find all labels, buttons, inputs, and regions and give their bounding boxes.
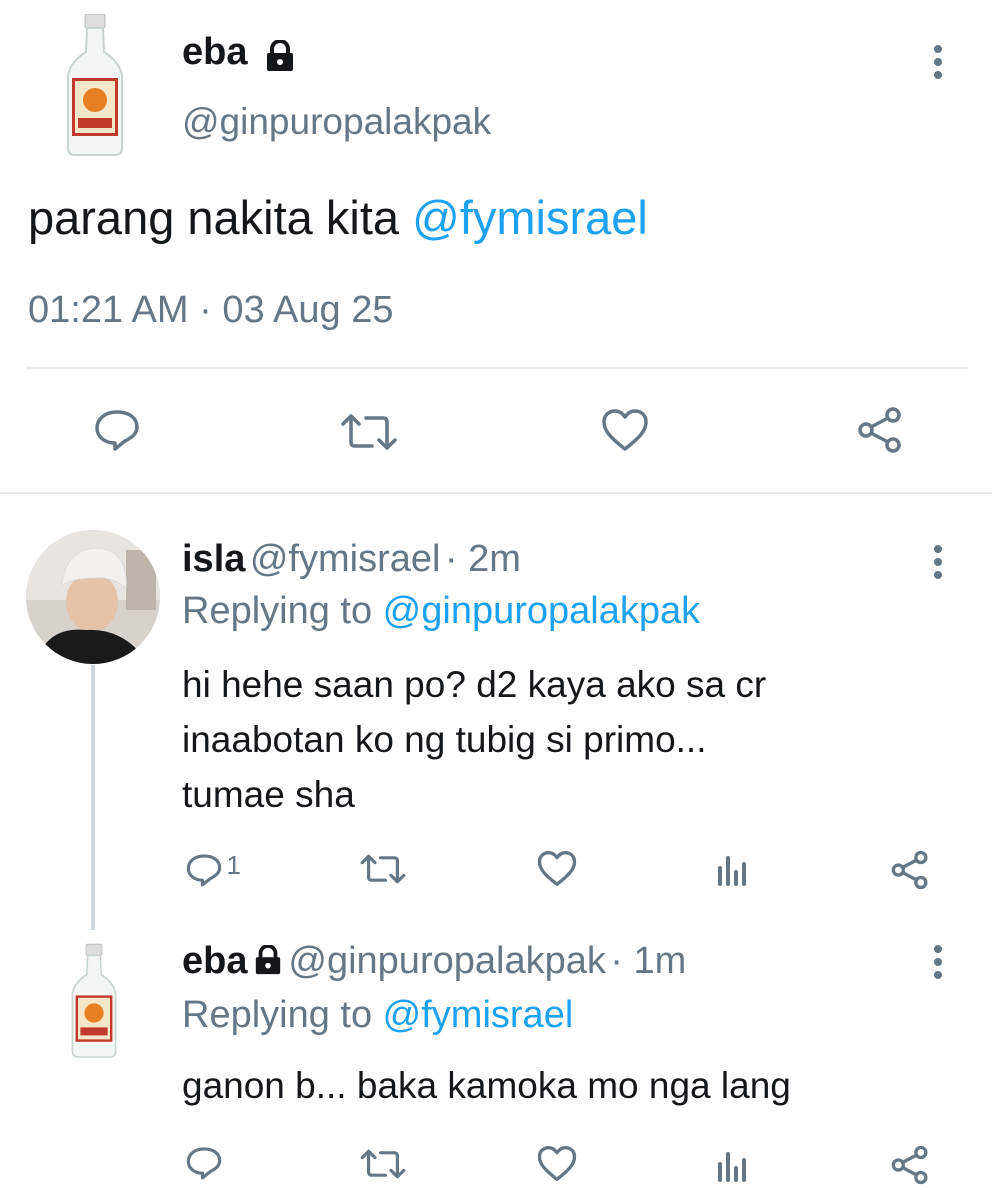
reply-time[interactable]: · 1m bbox=[610, 940, 686, 982]
share-icon[interactable] bbox=[856, 406, 904, 459]
retweet-icon[interactable] bbox=[358, 853, 408, 890]
reply-text: hi hehe saan po? d2 kaya ako sa cr inaab… bbox=[182, 657, 766, 822]
like-icon[interactable] bbox=[601, 408, 649, 457]
avatar-bottle[interactable] bbox=[60, 13, 130, 156]
reply-icon bbox=[186, 854, 222, 887]
replying-to-label: Replying to bbox=[182, 590, 383, 632]
more-options-icon[interactable] bbox=[934, 545, 946, 584]
share-icon[interactable] bbox=[890, 850, 930, 895]
reply-text: ganon b... baka kamoka mo nga lang bbox=[182, 1058, 791, 1113]
reply-text-line: inaabotan ko ng tubig si primo... bbox=[182, 719, 707, 760]
reply-header: eba @ginpuropalakpak · 1m bbox=[182, 938, 686, 984]
retweet-icon[interactable] bbox=[358, 1148, 408, 1185]
divider bbox=[26, 367, 968, 369]
reply-icon[interactable] bbox=[186, 1145, 222, 1186]
reply-button[interactable]: 1 bbox=[186, 850, 241, 888]
timestamp[interactable]: 01:21 AM · 03 Aug 25 bbox=[28, 286, 394, 334]
avatar[interactable] bbox=[26, 530, 160, 664]
like-icon[interactable] bbox=[537, 850, 577, 892]
tweet-text: parang nakita kita @fymisrael bbox=[28, 190, 648, 246]
analytics-icon[interactable] bbox=[716, 852, 750, 891]
display-name[interactable]: isla bbox=[182, 538, 245, 580]
reply-time[interactable]: · 2m bbox=[445, 538, 521, 580]
share-icon[interactable] bbox=[890, 1145, 930, 1190]
reply-text-line: hi hehe saan po? d2 kaya ako sa cr bbox=[182, 664, 767, 705]
handle[interactable]: @ginpuropalakpak bbox=[288, 940, 605, 982]
replying-to-link[interactable]: @fymisrael bbox=[383, 994, 574, 1036]
reply-header: isla @fymisrael · 2m bbox=[182, 536, 521, 582]
thread-line bbox=[91, 665, 95, 930]
replying-to: Replying to @fymisrael bbox=[182, 992, 573, 1038]
analytics-icon[interactable] bbox=[716, 1148, 750, 1187]
replying-to-link[interactable]: @ginpuropalakpak bbox=[383, 590, 700, 632]
display-name[interactable]: eba bbox=[182, 30, 247, 74]
tweet-text-body: parang nakita kita bbox=[28, 191, 413, 244]
reply-icon[interactable] bbox=[94, 408, 140, 457]
lock-icon bbox=[263, 40, 297, 72]
handle[interactable]: @fymisrael bbox=[250, 538, 441, 580]
divider bbox=[0, 492, 992, 494]
mention-link[interactable]: @fymisrael bbox=[412, 191, 648, 244]
like-icon[interactable] bbox=[537, 1145, 577, 1187]
display-name[interactable]: eba bbox=[182, 940, 247, 982]
more-options-icon[interactable] bbox=[934, 945, 946, 984]
reply-count: 1 bbox=[226, 850, 241, 880]
replying-to: Replying to @ginpuropalakpak bbox=[182, 588, 700, 634]
replying-to-label: Replying to bbox=[182, 994, 383, 1036]
reply-text-line: tumae sha bbox=[182, 774, 355, 815]
handle[interactable]: @ginpuropalakpak bbox=[182, 100, 491, 144]
lock-icon bbox=[252, 945, 284, 975]
retweet-icon[interactable] bbox=[338, 412, 400, 457]
reply-text-line: ganon b... baka kamoka mo nga lang bbox=[182, 1065, 791, 1106]
more-options-icon[interactable] bbox=[934, 45, 946, 84]
avatar-bottle[interactable] bbox=[66, 930, 122, 1072]
